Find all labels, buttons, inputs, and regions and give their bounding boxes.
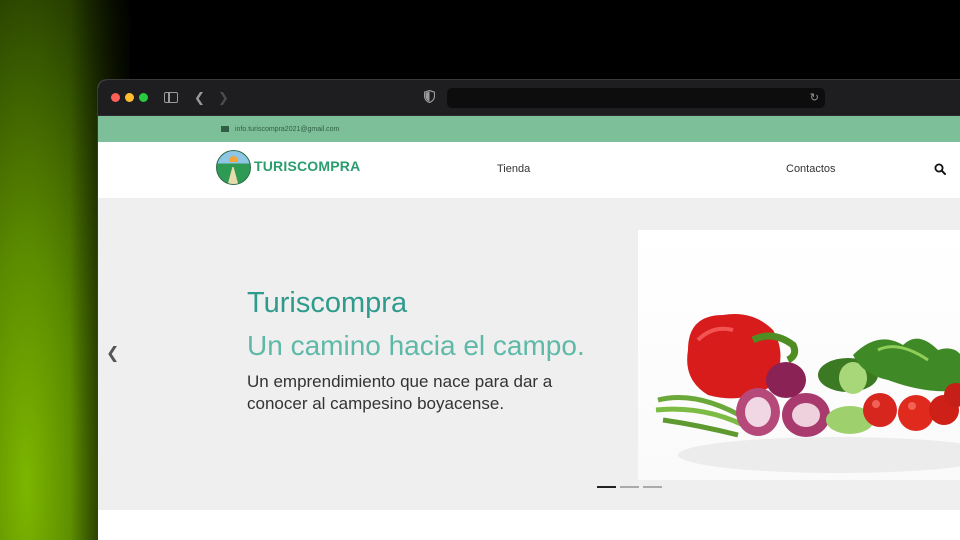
logo-icon[interactable] bbox=[216, 150, 251, 185]
hero-title: Turiscompra bbox=[247, 287, 408, 319]
main-navigation: TURISCOMPRA Tienda Contactos bbox=[98, 142, 960, 199]
forward-icon[interactable]: ❯ bbox=[218, 89, 229, 107]
contact-topbar: info.turiscompra2021@gmail.com bbox=[98, 116, 960, 142]
logo-text[interactable]: TURISCOMPRA bbox=[254, 158, 360, 174]
carousel-indicator-1[interactable] bbox=[597, 486, 616, 488]
browser-titlebar: ❮ ❯ ↻ bbox=[98, 80, 960, 116]
contact-email[interactable]: info.turiscompra2021@gmail.com bbox=[235, 126, 339, 133]
carousel-indicator-2[interactable] bbox=[620, 486, 639, 488]
shield-icon[interactable] bbox=[424, 90, 435, 103]
hero-carousel: ❮ Turiscompra Un camino hacia el campo. … bbox=[98, 199, 960, 510]
mail-icon bbox=[221, 126, 229, 132]
back-icon[interactable]: ❮ bbox=[194, 89, 205, 107]
reload-icon[interactable]: ↻ bbox=[810, 90, 819, 106]
page-content-below bbox=[98, 510, 960, 540]
address-bar[interactable]: ↻ bbox=[447, 88, 825, 108]
nav-link-tienda[interactable]: Tienda bbox=[497, 163, 530, 175]
chevron-left-icon[interactable]: ❮ bbox=[106, 343, 119, 363]
nav-link-contactos[interactable]: Contactos bbox=[786, 163, 836, 175]
sidebar-toggle-icon[interactable] bbox=[164, 92, 178, 103]
vegetables-image bbox=[638, 230, 960, 480]
maximize-window-button[interactable] bbox=[139, 93, 148, 102]
minimize-window-button[interactable] bbox=[125, 93, 134, 102]
search-icon[interactable] bbox=[934, 162, 946, 175]
hero-description: Un emprendimiento que nace para dar a co… bbox=[247, 372, 553, 413]
close-window-button[interactable] bbox=[111, 93, 120, 102]
hero-subtitle: Un camino hacia el campo. bbox=[247, 330, 585, 361]
carousel-indicator-3[interactable] bbox=[643, 486, 662, 488]
browser-window: ❮ ❯ ↻ info.turiscompra2021@gmail.com TUR… bbox=[97, 79, 960, 540]
carousel-indicators bbox=[597, 486, 662, 488]
